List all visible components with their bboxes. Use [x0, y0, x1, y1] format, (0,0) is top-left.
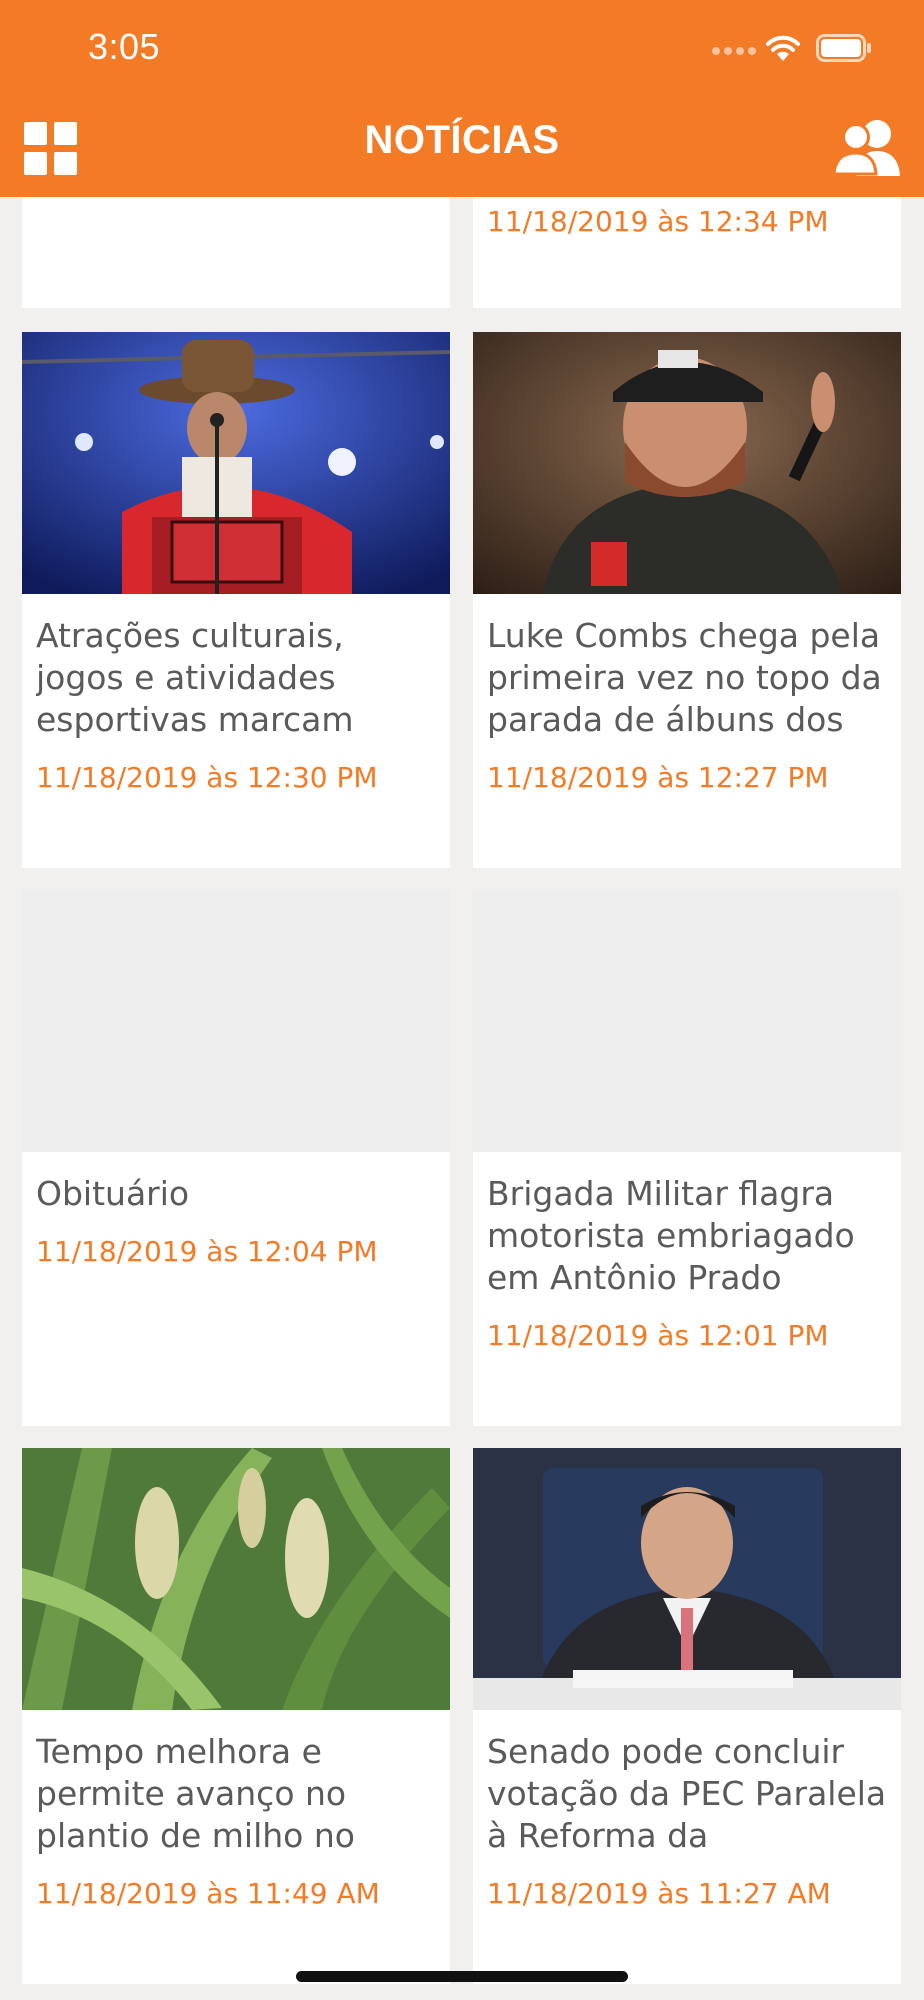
- news-date: 11/18/2019 às 12:01 PM: [487, 1319, 829, 1352]
- news-thumbnail-placeholder: [473, 890, 901, 1152]
- news-card[interactable]: Atrações culturais, jogos e atividades e…: [22, 332, 450, 868]
- news-title: Tempo melhora e permite avanço no planti…: [36, 1732, 355, 1855]
- news-date: 11/18/2019 às 12:27 PM: [487, 761, 829, 794]
- app-header: 3:05 NOTÍCIAS: [0, 0, 924, 197]
- home-indicator: [296, 1971, 628, 1982]
- news-date: 11/18/2019 às 11:49 AM: [36, 1877, 380, 1910]
- news-card[interactable]: Senado pode concluir votação da PEC Para…: [473, 1448, 901, 1984]
- cellular-signal-icon: [712, 47, 756, 57]
- news-card[interactable]: Brigada Militar flagra motorista embriag…: [473, 890, 901, 1426]
- news-title: Senado pode concluir votação da PEC Para…: [487, 1732, 887, 1855]
- grid-menu-icon[interactable]: [24, 122, 78, 176]
- status-bar-time: 3:05: [88, 26, 161, 67]
- news-thumbnail: [22, 332, 450, 594]
- users-icon[interactable]: [832, 118, 902, 176]
- battery-icon: [816, 34, 871, 62]
- news-title: Brigada Militar flagra motorista embriag…: [487, 1174, 855, 1297]
- news-thumbnail: [473, 1448, 901, 1710]
- news-title: Luke Combs chega pela primeira vez no to…: [487, 616, 882, 739]
- news-thumbnail-placeholder: [22, 890, 450, 1152]
- news-date: 11/18/2019 às 11:27 AM: [487, 1877, 831, 1910]
- wifi-icon: [766, 35, 800, 61]
- news-date: 11/18/2019 às 12:30 PM: [36, 761, 378, 794]
- news-card[interactable]: Luke Combs chega pela primeira vez no to…: [473, 332, 901, 868]
- news-date: 11/18/2019 às 12:04 PM: [36, 1235, 378, 1268]
- page-title: NOTÍCIAS: [364, 118, 560, 162]
- news-title: Obituário: [36, 1174, 190, 1213]
- news-thumbnail: [22, 1448, 450, 1710]
- news-card[interactable]: Obituário 11/18/2019 às 12:04 PM: [22, 890, 450, 1426]
- news-thumbnail: [473, 332, 901, 594]
- news-card[interactable]: Tempo melhora e permite avanço no planti…: [22, 1448, 450, 1984]
- news-date: 11/18/2019 às 12:34 PM: [487, 205, 829, 238]
- news-title: Atrações culturais, jogos e atividades e…: [36, 616, 354, 739]
